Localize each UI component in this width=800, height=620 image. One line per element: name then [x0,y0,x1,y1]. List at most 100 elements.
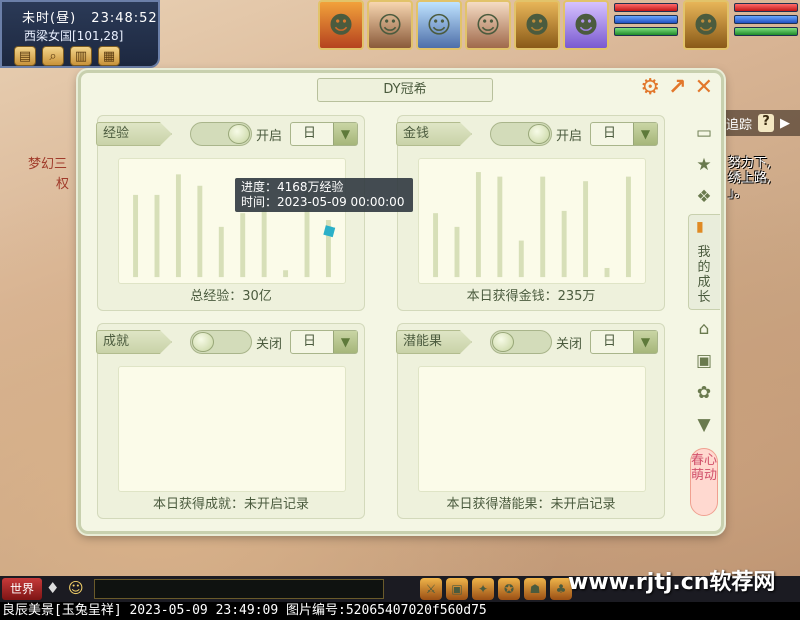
pet-sp-bar [734,27,798,36]
chart-bar[interactable] [197,185,203,278]
close-icon[interactable]: ✕ [695,76,713,100]
chart-bar[interactable] [283,270,289,278]
mp-bar [614,15,678,24]
exp-panel: 经验 开启 日 ▼ 总经验：30亿 [96,115,365,311]
shop-icon[interactable]: ▣ [692,350,716,372]
achievement-toggle-state: 关闭 [256,337,283,352]
chart-bar[interactable] [475,172,481,278]
track-label: 追踪 [726,117,753,133]
shirt-icon[interactable]: ▼ [692,414,716,436]
money-toggle-state: 开启 [556,129,583,144]
team-icon[interactable]: ☗ [524,578,546,600]
chat-icon[interactable]: ▭ [692,122,716,144]
toggle-knob [528,124,550,144]
chart-bar[interactable] [133,194,139,278]
dialog-title: DY冠希 [317,78,493,102]
hp-bar [614,3,678,12]
chart-bar[interactable] [433,213,439,278]
chevron-down-icon[interactable]: ▼ [633,331,657,353]
location-panel: 未时(昼) 23:48:52 西梁女国[101,28] ▤ ⌕ ▥ ▦ [0,0,160,68]
toggle-knob [192,332,214,352]
chart-bar[interactable] [218,226,224,278]
tab-my-growth-label: 我的成长 [697,245,711,305]
chart-bar[interactable] [604,267,610,278]
money-bar-chart[interactable] [418,158,646,284]
map-icon[interactable]: ▤ [14,46,36,66]
gear-icon[interactable]: ⚙ [640,76,660,100]
star-icon[interactable]: ★ [692,154,716,176]
exp-tag: 经验 [96,122,172,146]
chart-bar[interactable] [154,194,160,278]
sword-icon[interactable]: ⚔ [420,578,442,600]
money-today: 本日获得金钱：235万 [466,289,596,304]
pet-portrait[interactable]: ☻ [683,0,729,50]
chevron-down-icon[interactable]: ▼ [633,123,657,145]
channel-select[interactable]: 世界 [2,578,42,600]
game-time: 未时(昼) 23:48:52 [22,7,158,26]
team-member-portrait[interactable]: ☺ [465,0,511,50]
team-member-portrait[interactable]: ☺ [367,0,413,50]
exp-bar-chart[interactable] [118,158,346,284]
chart-bar[interactable] [518,240,524,278]
money-record-toggle[interactable] [490,122,552,146]
book-icon[interactable]: ▥ [70,46,92,66]
money-period-select[interactable]: 日 ▼ [590,122,658,146]
exp-period-select[interactable]: 日 ▼ [290,122,358,146]
quick-icons: ▤ ⌕ ▥ ▦ [14,46,120,66]
pet-status-bars [734,3,798,39]
chevron-down-icon[interactable]: ▼ [333,331,357,353]
chart-bar[interactable] [175,174,181,278]
player-status-bars [614,3,678,39]
potential-period-select[interactable]: 日 ▼ [590,330,658,354]
paw-icon[interactable]: ❖ [692,186,716,208]
calendar-icon[interactable]: ▦ [98,46,120,66]
money-panel: 金钱 开启 日 ▼ 本日获得金钱：235万 [396,115,665,311]
help-icon[interactable]: ? [758,114,775,132]
chart-bar[interactable] [454,226,460,278]
play-icon[interactable]: ▶ [780,116,790,131]
scene-text: 梦幻三 权 [28,157,70,192]
chat-input[interactable] [94,579,384,599]
chart-bar[interactable] [561,210,567,278]
exp-record-toggle[interactable] [190,122,252,146]
external-link-icon[interactable]: ↗ [668,76,686,100]
chart-bar[interactable] [497,176,503,278]
quest-track[interactable]: 追踪 ? ▶ [722,110,800,136]
chart-bar[interactable] [625,176,631,278]
achievement-panel: 成就 关闭 日 ▼ 本日获得成就：未开启记录 [96,323,365,519]
watermark: www.rjtj.cn软荐网 [568,570,776,595]
achievement-record-toggle[interactable] [190,330,252,354]
money-tag: 金钱 [396,122,472,146]
potential-record-toggle[interactable] [490,330,552,354]
team-member-portrait[interactable]: ☺ [416,0,462,50]
chart-bar[interactable] [240,213,246,278]
team-member-portrait[interactable]: ☻ [563,0,609,50]
achievement-today: 本日获得成就：未开启记录 [152,497,309,512]
gift-icon[interactable]: ✦ [472,578,494,600]
tooltip-progress: 进度：4168万经验 [241,180,344,194]
quest-text: 努力下, 绣上路, 」。 [728,156,772,201]
team-member-portrait[interactable]: ☻ [514,0,560,50]
team-portraits: ☻ ☺ ☺ ☺ ☻ ☻ [318,0,609,50]
achievement-tag: 成就 [96,330,172,354]
emoji-icon[interactable]: ☺ [68,579,84,597]
palette-icon[interactable]: ✿ [692,382,716,404]
pet-icon[interactable]: ✪ [498,578,520,600]
chevron-down-icon[interactable]: ▼ [333,123,357,145]
chart-tooltip: 进度：4168万经验 时间：2023-05-09 00:00:00 [235,178,413,212]
toggle-knob [228,124,250,144]
achievement-period-select[interactable]: 日 ▼ [290,330,358,354]
tab-spring[interactable]: 春心萌动 [690,448,718,516]
potential-tag: 潜能果 [396,330,472,354]
pet-hp-bar [734,3,798,12]
house-icon[interactable]: ⌂ [692,318,716,340]
team-member-portrait[interactable]: ☻ [318,0,364,50]
growth-dialog: DY冠希 ⚙ ↗ ✕ 经验 开启 日 ▼ 总经验：30亿 金钱 开启 日 ▼ 本… [78,70,724,534]
tab-my-growth[interactable]: ▮ 我的成长 [688,214,720,310]
microphone-icon[interactable]: ♦ [46,579,59,597]
pet-mp-bar [734,15,798,24]
chart-bar[interactable] [583,181,589,278]
search-icon[interactable]: ⌕ [42,46,64,66]
bag-icon[interactable]: ▣ [446,578,468,600]
chart-bar[interactable] [540,176,546,278]
